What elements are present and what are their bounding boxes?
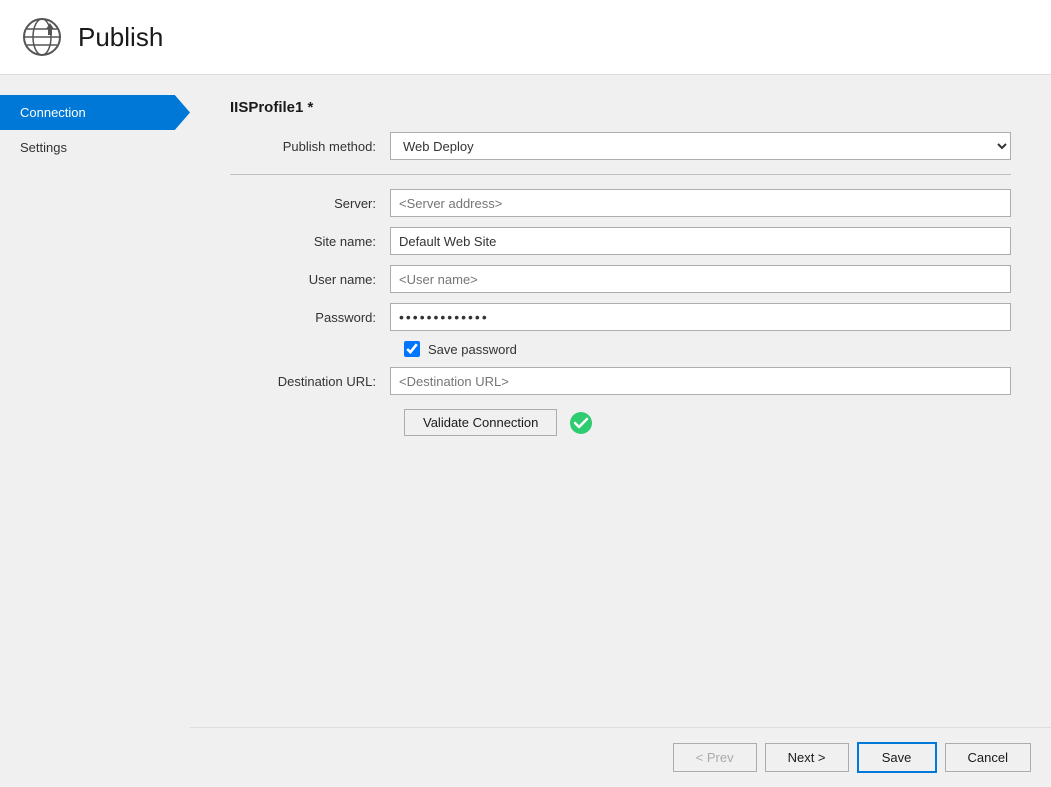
profile-title: IISProfile1 * — [230, 99, 1011, 116]
header: Publish — [0, 0, 1051, 75]
save-password-checkbox[interactable] — [404, 341, 420, 357]
publish-method-select[interactable]: Web Deploy FTP File System — [390, 132, 1011, 160]
destination-url-input[interactable] — [390, 367, 1011, 395]
user-name-input[interactable] — [390, 265, 1011, 293]
validate-row: Validate Connection — [404, 409, 1011, 436]
next-button[interactable]: Next > — [765, 743, 849, 772]
content-wrapper: IISProfile1 * Publish method: Web Deploy… — [190, 75, 1051, 787]
content-panel: IISProfile1 * Publish method: Web Deploy… — [190, 75, 1051, 456]
save-password-row: Save password — [404, 341, 1011, 357]
destination-url-row: Destination URL: — [230, 367, 1011, 395]
sidebar-item-connection[interactable]: Connection — [0, 95, 190, 130]
save-button[interactable]: Save — [857, 742, 937, 773]
publish-method-row: Publish method: Web Deploy FTP File Syst… — [230, 132, 1011, 160]
validate-connection-button[interactable]: Validate Connection — [404, 409, 557, 436]
server-label: Server: — [230, 196, 390, 211]
site-name-input[interactable] — [390, 227, 1011, 255]
password-input[interactable] — [390, 303, 1011, 331]
destination-url-label: Destination URL: — [230, 374, 390, 389]
publish-globe-icon — [20, 15, 64, 59]
user-name-row: User name: — [230, 265, 1011, 293]
prev-button[interactable]: < Prev — [673, 743, 757, 772]
password-row: Password: — [230, 303, 1011, 331]
main-area: Connection Settings IISProfile1 * Publis… — [0, 75, 1051, 787]
sidebar-item-settings[interactable]: Settings — [0, 130, 190, 165]
user-name-label: User name: — [230, 272, 390, 287]
sidebar: Connection Settings — [0, 75, 190, 787]
server-row: Server: — [230, 189, 1011, 217]
site-name-row: Site name: — [230, 227, 1011, 255]
divider — [230, 174, 1011, 175]
site-name-label: Site name: — [230, 234, 390, 249]
validation-success-icon — [569, 411, 593, 435]
save-password-label[interactable]: Save password — [428, 342, 517, 357]
page-title: Publish — [78, 22, 163, 53]
footer: < Prev Next > Save Cancel — [190, 727, 1051, 787]
password-label: Password: — [230, 310, 390, 325]
cancel-button[interactable]: Cancel — [945, 743, 1031, 772]
publish-method-label: Publish method: — [230, 139, 390, 154]
server-input[interactable] — [390, 189, 1011, 217]
